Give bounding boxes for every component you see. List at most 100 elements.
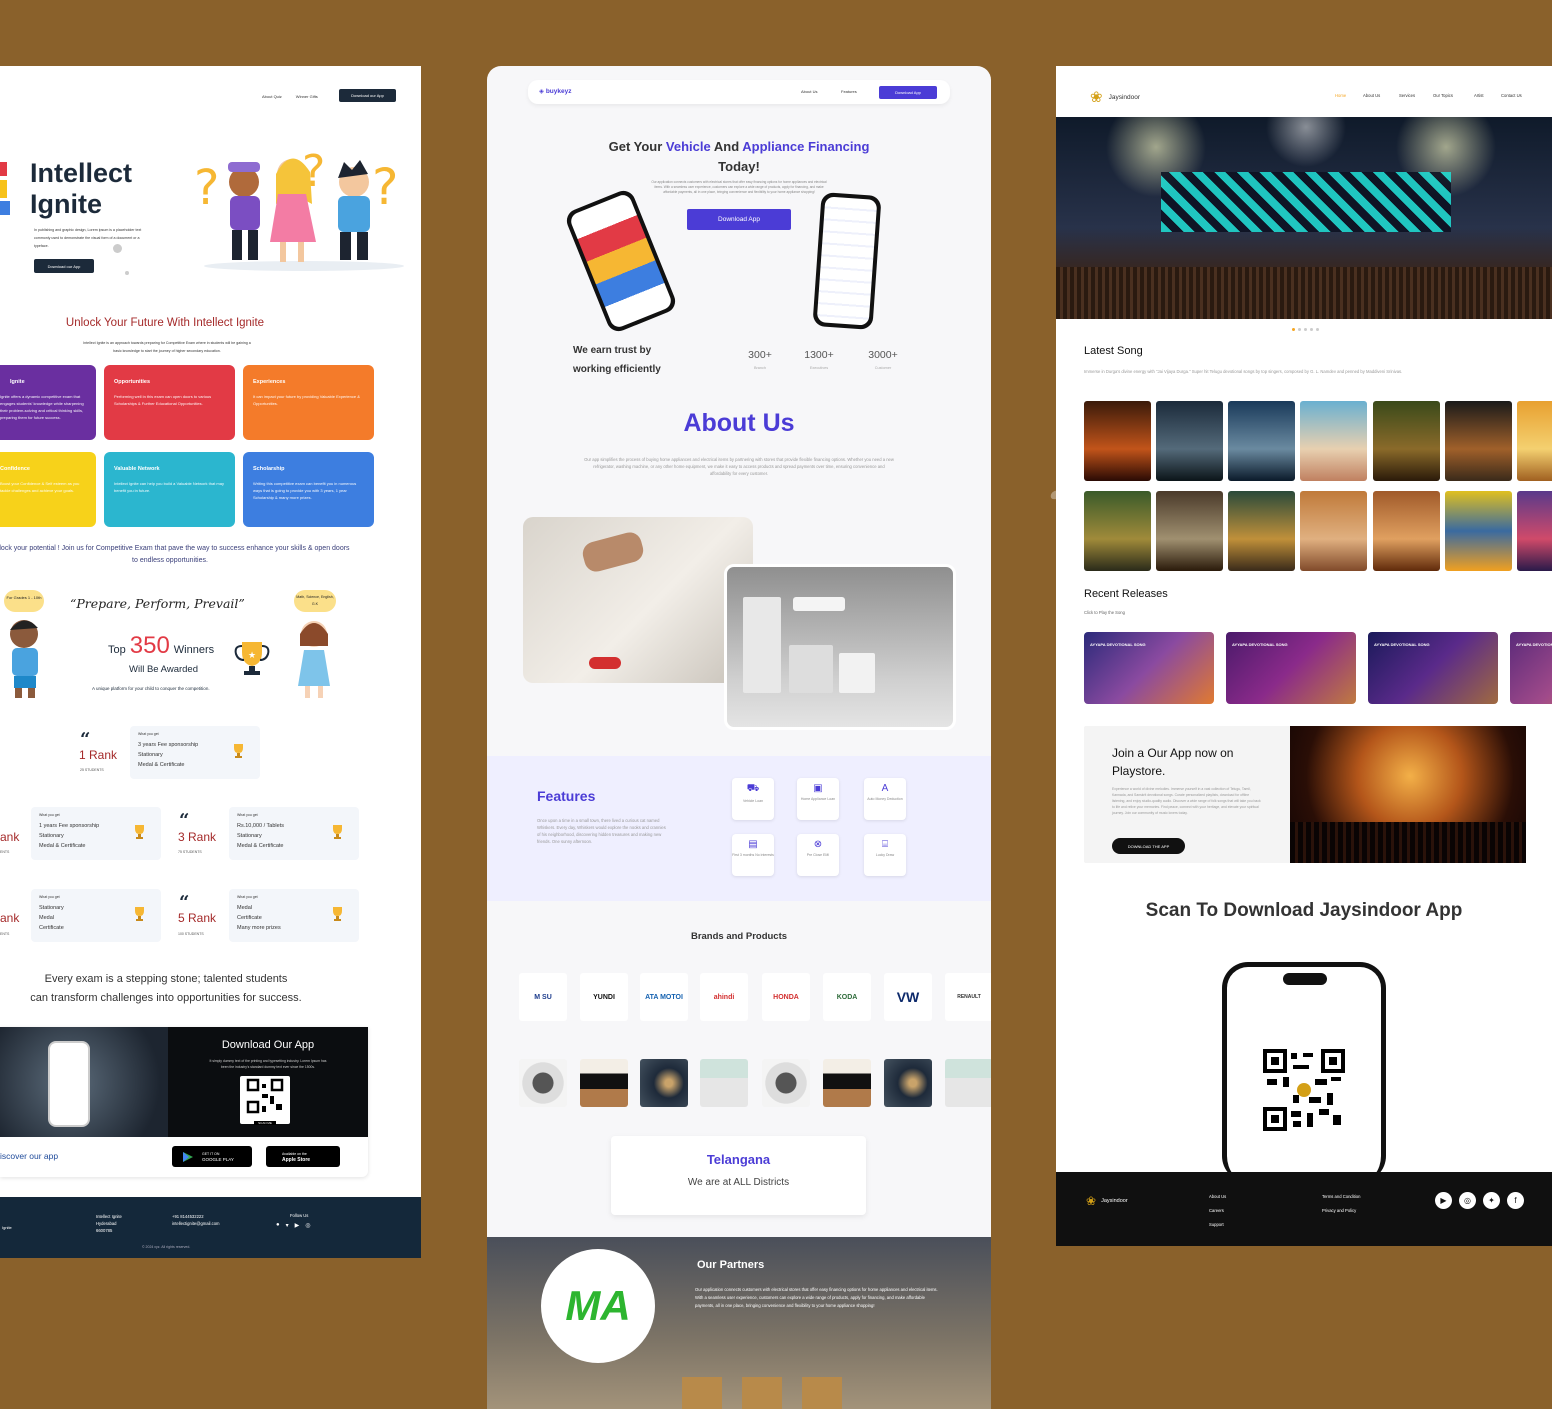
about-text: Our app simplifies the process of buying… <box>584 457 894 476</box>
nav-services[interactable]: Services <box>1399 93 1433 98</box>
footer-phone[interactable]: +91 8144532222 <box>172 1213 220 1220</box>
girl-illustration <box>298 621 330 698</box>
footer-about-us[interactable]: About Us <box>1209 1190 1226 1204</box>
nav-about-us[interactable]: About Us <box>801 89 817 94</box>
qr-code[interactable] <box>1263 1049 1345 1131</box>
song-poster[interactable] <box>1445 401 1512 481</box>
song-poster[interactable] <box>1228 401 1295 481</box>
carousel-dot[interactable] <box>1304 328 1307 331</box>
release-card[interactable]: AYYAPA DEVOTIONAL SONG <box>1226 632 1356 704</box>
nav-winner-gifts[interactable]: Winner Gifts <box>296 94 318 99</box>
facebook-icon[interactable]: ● <box>276 1222 280 1229</box>
google-play-icon <box>183 1151 193 1162</box>
nav-about-us[interactable]: About Us <box>1363 93 1399 98</box>
song-poster[interactable] <box>1300 491 1367 571</box>
footer-privacy[interactable]: Privacy and Policy <box>1322 1204 1360 1218</box>
youtube-icon[interactable]: ▶ <box>295 1222 300 1229</box>
instagram-icon[interactable]: ◎ <box>1459 1192 1476 1209</box>
logo-block-blue <box>0 201 10 215</box>
nav-about-quiz[interactable]: About Quiz <box>262 94 282 99</box>
product-washing-machine[interactable] <box>519 1059 567 1107</box>
song-poster[interactable] <box>1517 401 1552 481</box>
brand-tata-motors[interactable]: ATA MOTOI <box>640 973 688 1021</box>
song-poster[interactable] <box>1084 401 1151 481</box>
footer-careers[interactable]: Careers <box>1209 1204 1226 1218</box>
features-title: Features <box>537 788 596 804</box>
discover-link[interactable]: iscover our app <box>0 1151 58 1161</box>
feature-label: Home Appliance Loan <box>800 797 836 801</box>
song-poster[interactable] <box>1445 491 1512 571</box>
feature-auto-money-deduction[interactable]: A Auto Money Deduction <box>864 778 906 820</box>
song-poster[interactable] <box>1300 401 1367 481</box>
carousel-dot-active[interactable] <box>1292 328 1295 331</box>
product-fan[interactable] <box>640 1059 688 1107</box>
phone-qr-mockup <box>1222 962 1386 1182</box>
brand-maruti-suzuki[interactable]: M SU <box>519 973 567 1021</box>
jaysindoor-logo[interactable]: ❀ Jaysindoor <box>1090 88 1140 106</box>
feature-vehicle-loan[interactable]: ⛟ Vehicle Loan <box>732 778 774 820</box>
apple-store-button[interactable]: Available on the Apple Store <box>266 1146 340 1167</box>
washer-shape <box>839 653 875 693</box>
nav-contact-us[interactable]: Contact Us <box>1501 93 1522 98</box>
twitter-icon[interactable]: ▾ <box>286 1222 289 1229</box>
trophy-icon <box>333 825 342 839</box>
song-poster[interactable] <box>1373 401 1440 481</box>
brand-hyundai[interactable]: YUNDI <box>580 973 628 1021</box>
product-stove[interactable] <box>700 1059 748 1107</box>
footer-terms[interactable]: Terms and Condition <box>1322 1190 1360 1204</box>
brand-skoda[interactable]: KODA <box>823 973 871 1021</box>
footer-logo[interactable]: ❀ Jaysindoor <box>1086 1194 1128 1208</box>
card-scholarship: Scholarship Writing this competitive exam… <box>243 452 374 527</box>
hero-download-button[interactable]: Download App <box>687 209 791 230</box>
brand-honda[interactable]: HONDA <box>762 973 810 1021</box>
feature-lucky-draw[interactable]: ⌸ Lucky Draw <box>864 834 906 876</box>
nav-our-topics[interactable]: Our Topics <box>1433 93 1474 98</box>
nav-download-button[interactable]: Download App <box>879 86 937 99</box>
carousel-dot[interactable] <box>1298 328 1301 331</box>
nav-artist[interactable]: Artist <box>1474 93 1501 98</box>
feature-no-interest[interactable]: ▤ First 3 months No interests <box>732 834 774 876</box>
product-tv[interactable] <box>580 1059 628 1107</box>
rewards-heading: What you get <box>39 895 60 899</box>
youtube-icon[interactable]: ▶ <box>1435 1192 1452 1209</box>
brand-renault[interactable]: RENAULT <box>945 973 991 1021</box>
song-poster[interactable] <box>1517 491 1552 571</box>
release-card[interactable]: AYYAPA DEVOTIONAL SONG <box>1510 632 1552 704</box>
song-poster[interactable] <box>1156 401 1223 481</box>
product-tv[interactable] <box>823 1059 871 1107</box>
song-poster[interactable] <box>1373 491 1440 571</box>
instagram-icon[interactable]: ◎ <box>305 1222 310 1229</box>
carousel-dot[interactable] <box>1310 328 1313 331</box>
song-poster[interactable] <box>1084 491 1151 571</box>
nav-home[interactable]: Home <box>1335 93 1363 98</box>
feature-pre-close-emi[interactable]: ⊗ Pre Close EMI <box>797 834 839 876</box>
partner-logo[interactable]: MA <box>541 1249 655 1363</box>
brand-volkswagen[interactable]: VW <box>884 973 932 1021</box>
release-card[interactable]: AYYAPA DEVOTIONAL SONG <box>1084 632 1214 704</box>
product-washing-machine[interactable] <box>762 1059 810 1107</box>
release-card[interactable]: AYYAPA DEVOTIONAL SONG <box>1368 632 1498 704</box>
song-poster[interactable] <box>1228 491 1295 571</box>
crowd <box>1056 267 1552 319</box>
facebook-icon[interactable]: f <box>1507 1192 1524 1209</box>
nav-download-button[interactable]: Download our App <box>339 89 396 102</box>
concert-banner[interactable] <box>1056 117 1552 319</box>
buykeyz-logo[interactable]: ◈ buykeyz <box>539 87 571 95</box>
footer-support[interactable]: Support <box>1209 1218 1226 1232</box>
twitter-icon[interactable]: ✦ <box>1483 1192 1500 1209</box>
product-stove[interactable] <box>945 1059 991 1107</box>
hero-download-button[interactable]: Download our App <box>34 259 94 273</box>
google-play-button[interactable]: GET IT ON GOOGLE PLAY <box>172 1146 252 1167</box>
nav-features[interactable]: Features <box>841 89 857 94</box>
song-poster[interactable] <box>1156 491 1223 571</box>
feature-home-appliance-loan[interactable]: ▣ Home Appliance Loan <box>797 778 839 820</box>
product-fan[interactable] <box>884 1059 932 1107</box>
carousel-dot[interactable] <box>1316 328 1319 331</box>
download-app-button[interactable]: DOWNLOAD THE APP <box>1112 838 1185 854</box>
decor-dot-small <box>125 271 129 275</box>
stat-value: 300+ <box>748 349 772 361</box>
phone-screen <box>568 192 674 330</box>
recent-releases-title: Recent Releases <box>1084 588 1168 600</box>
brand-mahindra[interactable]: ahindi <box>700 973 748 1021</box>
footer-email[interactable]: intellectignite@gmail.com <box>172 1220 220 1227</box>
